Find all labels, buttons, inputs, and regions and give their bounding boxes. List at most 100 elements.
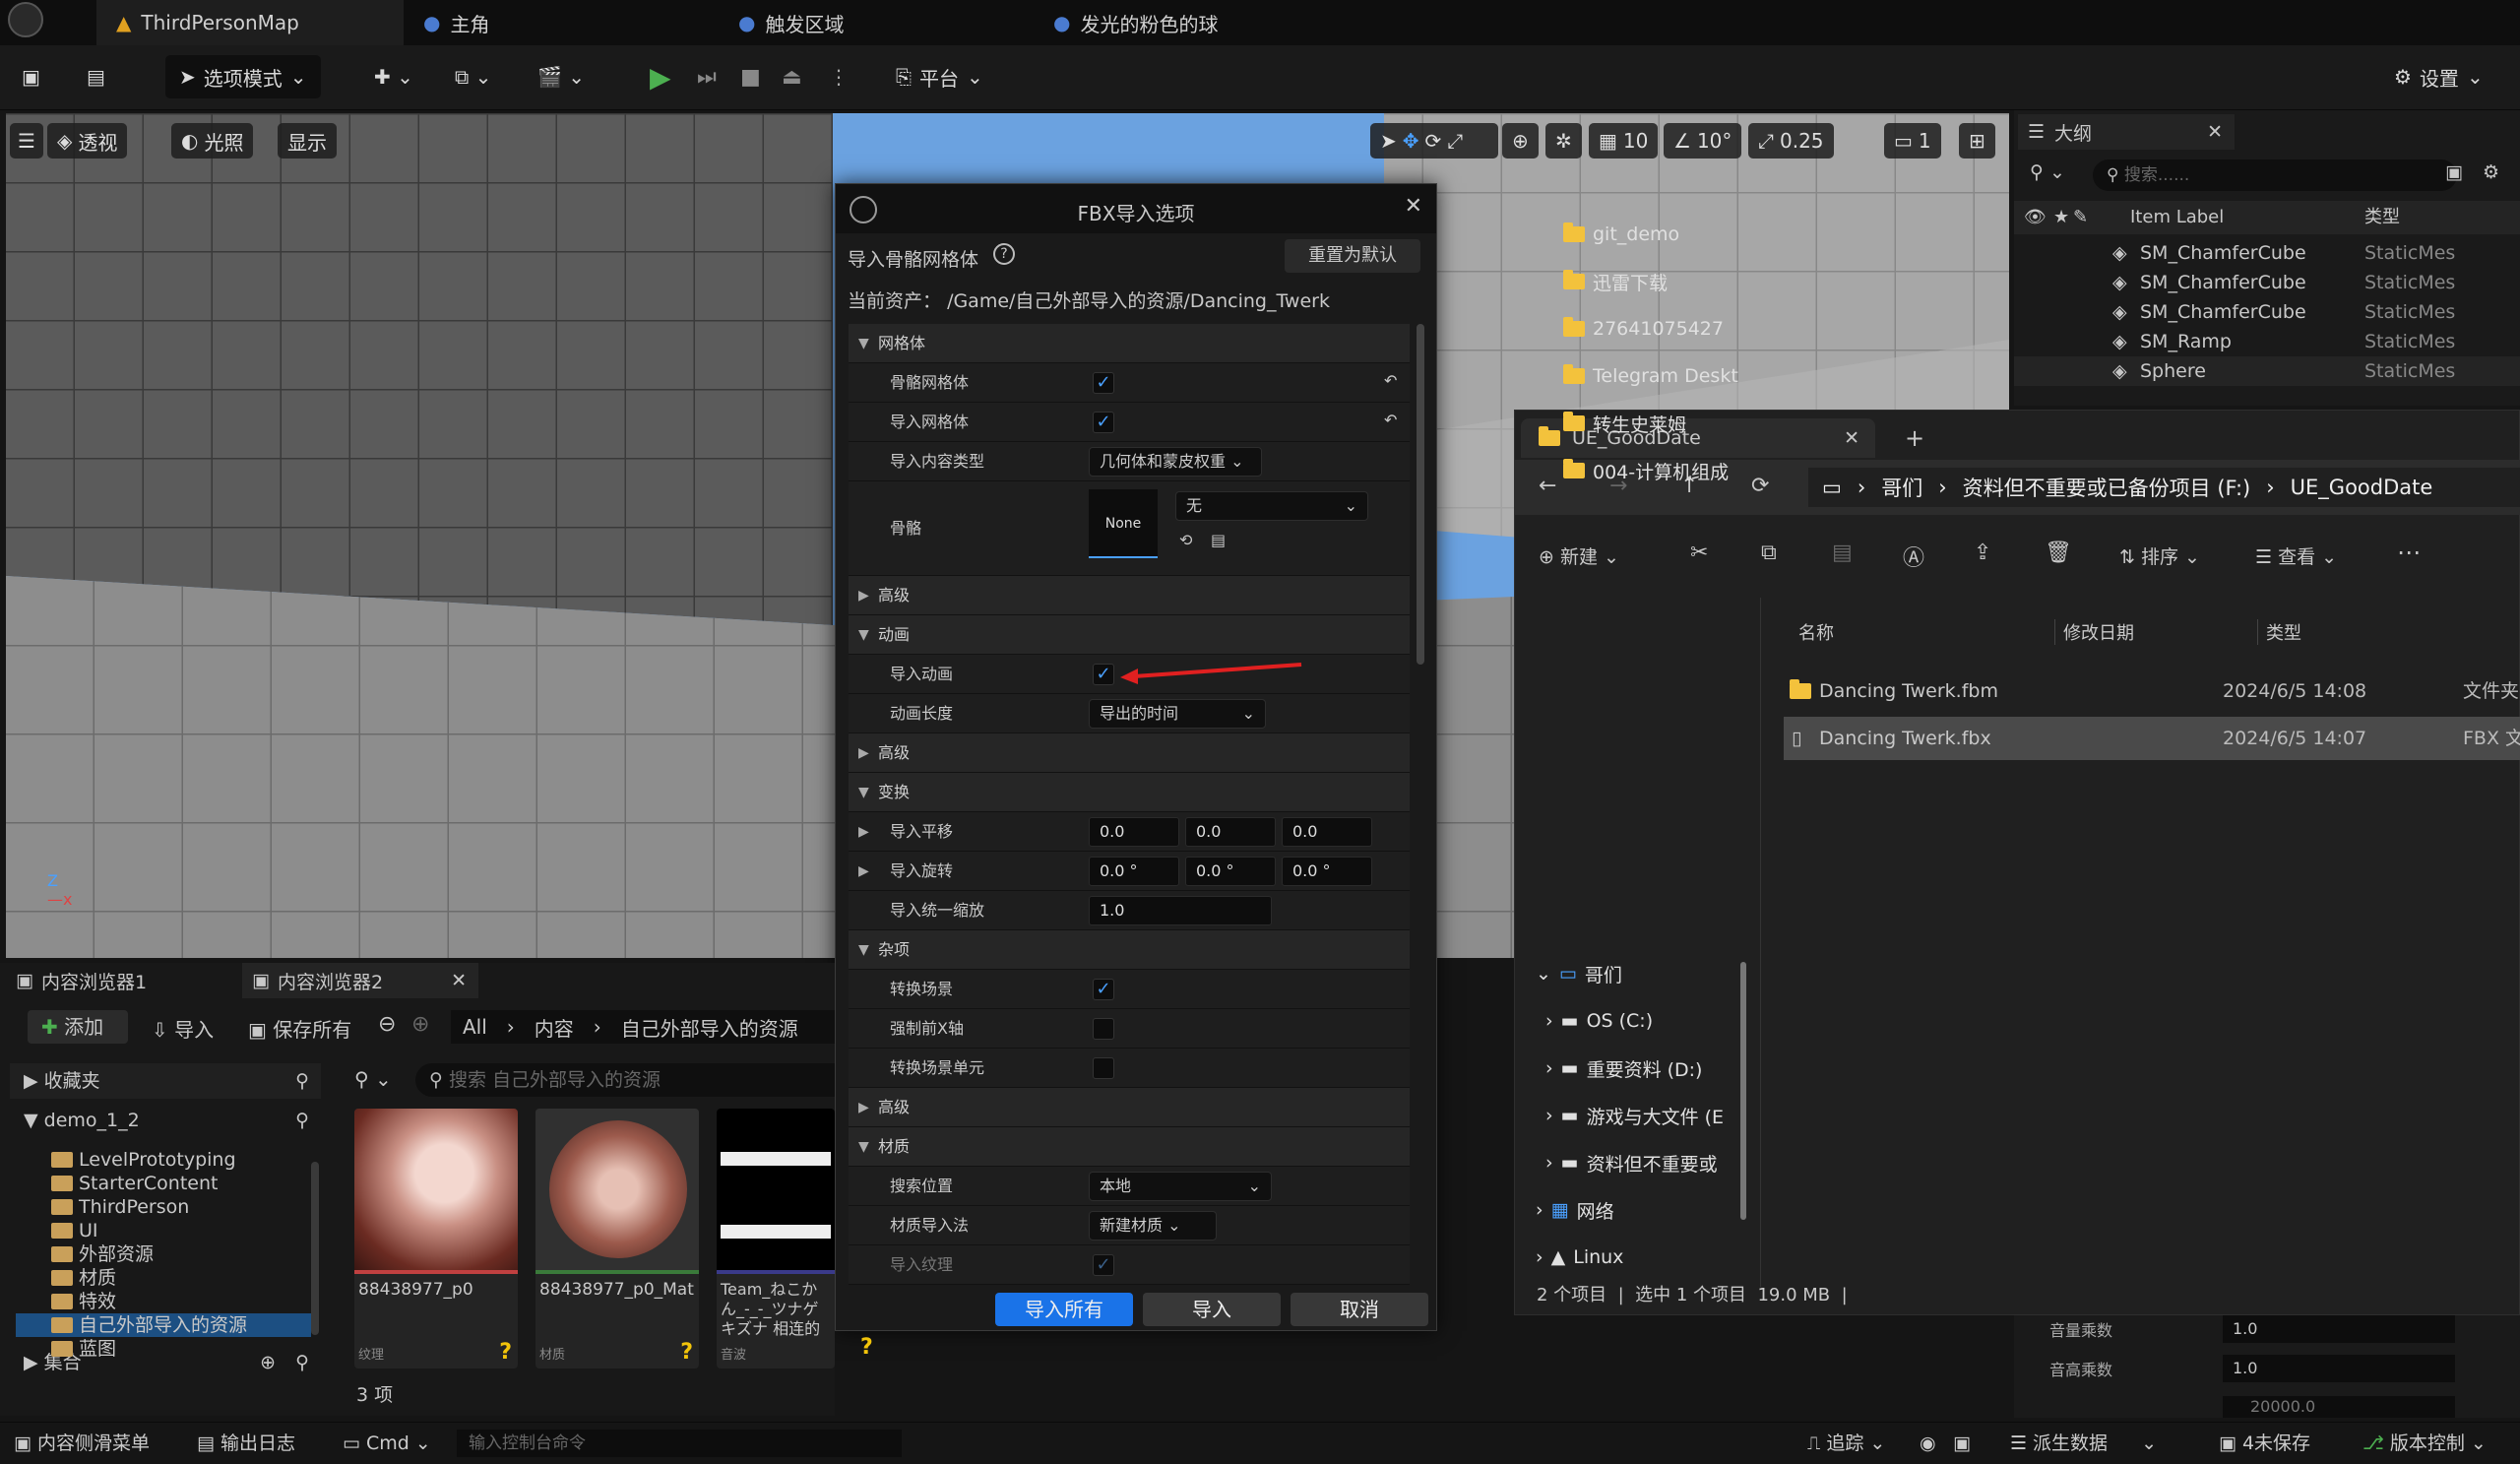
copy-icon[interactable]: ⧉: [1761, 541, 1777, 565]
asset-tile-material[interactable]: 88438977_p0_Mat 材质 ?: [536, 1109, 699, 1369]
nav-drive[interactable]: › ▬ 游戏与大文件 (E: [1545, 1096, 1724, 1135]
import-textures-checkbox[interactable]: ✓: [1093, 1254, 1114, 1276]
more-icon[interactable]: ⋯: [2397, 539, 2421, 566]
uniform-scale-input[interactable]: 1.0: [1089, 896, 1272, 925]
import-animation-checkbox[interactable]: ✓: [1093, 664, 1114, 685]
nav-drive[interactable]: › ▬ 重要资料 (D:): [1545, 1049, 1702, 1088]
filter-icon[interactable]: ⚲ ⌄: [354, 1067, 392, 1091]
search-icon[interactable]: ⚲: [295, 1103, 309, 1138]
history-forward-icon[interactable]: ⊕: [411, 1012, 429, 1037]
nav-quick-item[interactable]: 27641075427: [1563, 309, 1724, 349]
cmd-select[interactable]: ▭ Cmd ⌄: [343, 1423, 431, 1464]
content-tree-item[interactable]: 材质: [16, 1266, 311, 1290]
scale-snap-button[interactable]: ⤢ 0.25: [1748, 123, 1834, 159]
tab-ball[interactable]: ● 发光的粉色的球: [1034, 0, 1368, 45]
delete-icon[interactable]: 🗑: [2045, 541, 2072, 565]
content-tree-item[interactable]: 外部资源: [16, 1242, 311, 1266]
gear-icon[interactable]: ⚙: [2483, 161, 2499, 183]
platform-button[interactable]: ⎘ 平台 ⌄: [896, 55, 983, 98]
refresh-icon[interactable]: ⟳: [1751, 474, 1769, 498]
unsaved-button[interactable]: ▣ 4未保存: [2219, 1423, 2310, 1464]
section-advanced-mesh[interactable]: ▶ 高级: [849, 576, 1410, 615]
content-tree-item[interactable]: 自己外部导入的资源: [16, 1313, 311, 1337]
grid-snap-button[interactable]: ▦ 10: [1589, 123, 1659, 159]
trace-button[interactable]: ⎍ 追踪 ⌄: [1807, 1423, 1885, 1464]
section-mesh[interactable]: ▼ 网格体: [849, 324, 1410, 363]
favorites-header[interactable]: ▶ 收藏夹 ⚲: [10, 1063, 321, 1099]
import-all-button[interactable]: 导入所有: [995, 1293, 1133, 1326]
nav-quick-item[interactable]: Telegram Deskt: [1563, 356, 1738, 396]
extra-input[interactable]: 20000.0: [2223, 1396, 2455, 1418]
outliner-row[interactable]: ◈ SM_Ramp StaticMes: [2014, 327, 2520, 356]
section-advanced-misc[interactable]: ▶ 高级: [849, 1088, 1410, 1127]
share-icon[interactable]: ⇪: [1974, 541, 1991, 565]
new-tab-icon[interactable]: +: [1905, 424, 1924, 452]
save-all-button[interactable]: ▣ 保存所有: [248, 1014, 351, 1043]
viewport-menu-button[interactable]: ☰: [10, 123, 43, 159]
stop-icon[interactable]: ■: [740, 55, 761, 98]
new-button[interactable]: ⊕ 新建 ⌄: [1539, 542, 1619, 569]
layout-button[interactable]: ⊞: [1959, 123, 1995, 159]
filter-icon[interactable]: ⚲ ⌄: [2030, 161, 2065, 183]
tab-trigger[interactable]: ● 触发区域: [719, 0, 1034, 45]
address-bar[interactable]: ▭ › 哥们 › 资料但不重要或已备份项目 (F:) › UE_GoodDate: [1808, 468, 2520, 507]
nav-network[interactable]: › ▦ 网络: [1536, 1190, 1614, 1230]
reset-defaults-button[interactable]: 重置为默认: [1285, 239, 1420, 273]
blueprint-button[interactable]: ⧉ ⌄: [455, 55, 491, 98]
file-row[interactable]: Dancing Twerk.fbm 2024/6/5 14:08 文件夹: [1784, 669, 2520, 713]
more-icon[interactable]: ⋮: [829, 55, 849, 98]
sort-button[interactable]: ⇅ 排序 ⌄: [2119, 542, 2200, 569]
help-icon[interactable]: ?: [993, 243, 1015, 265]
file-row[interactable]: ▯ Dancing Twerk.fbx 2024/6/5 14:07 FBX 文: [1784, 717, 2520, 760]
tab-content-browser-1[interactable]: ▣ 内容浏览器1: [6, 963, 242, 998]
section-misc[interactable]: ▼ 杂项: [849, 930, 1410, 970]
import-mesh-checkbox[interactable]: ✓: [1093, 412, 1114, 433]
skeletal-mesh-checkbox[interactable]: ✓: [1093, 372, 1114, 394]
import-button[interactable]: ⇩ 导入: [152, 1014, 214, 1043]
eject-icon[interactable]: ⏏: [782, 55, 802, 98]
asset-search-input[interactable]: ⚲ 搜索 自己外部导入的资源: [415, 1063, 835, 1097]
reset-arrow-icon[interactable]: ↶: [1384, 371, 1397, 390]
add-actor-button[interactable]: ✚ ⌄: [374, 55, 413, 98]
section-advanced-anim[interactable]: ▶ 高级: [849, 733, 1410, 773]
nav-scrollbar[interactable]: [1740, 962, 1746, 1220]
browse-icon[interactable]: ▤: [1211, 531, 1226, 549]
output-log-button[interactable]: ▤ 输出日志: [197, 1423, 295, 1464]
outliner-tab[interactable]: ☰ 大纲 ✕: [2018, 114, 2235, 150]
tab-content-browser-2[interactable]: ▣ 内容浏览器2 ✕: [242, 963, 478, 998]
history-back-icon[interactable]: ⊖: [378, 1012, 396, 1037]
close-icon[interactable]: ✕: [1844, 427, 1859, 449]
close-icon[interactable]: ✕: [451, 970, 467, 991]
source-control-button[interactable]: ⎇ 版本控制 ⌄: [2362, 1423, 2487, 1464]
nav-this-pc[interactable]: ⌄ ▭ 哥们: [1536, 954, 1622, 993]
content-tree-item[interactable]: 蓝图: [16, 1337, 311, 1361]
material-import-dropdown[interactable]: 新建材质 ⌄: [1089, 1211, 1217, 1241]
unreal-logo-icon[interactable]: [8, 2, 43, 37]
outliner-row[interactable]: ◈ Sphere StaticMes: [2014, 356, 2520, 386]
nav-quick-item[interactable]: 004-计算机组成: [1563, 451, 1729, 490]
view-button[interactable]: ☰ 查看 ⌄: [2255, 542, 2337, 569]
lighting-button[interactable]: ◐ 光照: [171, 123, 254, 159]
add-button[interactable]: ✚ 添加: [28, 1010, 128, 1044]
dialog-scrollbar[interactable]: [1417, 324, 1424, 665]
reset-arrow-icon[interactable]: ↶: [1384, 411, 1397, 429]
animation-length-dropdown[interactable]: 导出的时间 ⌄: [1089, 699, 1266, 729]
rotation-z[interactable]: 0.0 °: [1282, 857, 1372, 886]
console-input[interactable]: 输入控制台命令: [457, 1430, 902, 1457]
volume-input[interactable]: 1.0: [2223, 1315, 2455, 1343]
world-local-button[interactable]: ⊕: [1502, 123, 1539, 159]
back-icon[interactable]: ←: [1539, 474, 1556, 498]
nav-quick-item[interactable]: 迅雷下载: [1563, 262, 1668, 301]
show-button[interactable]: 显示: [278, 123, 337, 159]
settings-button[interactable]: ⚙ 设置 ⌄: [2394, 55, 2484, 98]
outliner-search-input[interactable]: ⚲ 搜索......: [2093, 159, 2457, 191]
browse-icon[interactable]: ▤: [87, 55, 105, 98]
translation-y[interactable]: 0.0: [1185, 817, 1276, 847]
content-tree-item[interactable]: LevelPrototyping: [16, 1148, 311, 1172]
section-transform[interactable]: ▼ 变换: [849, 773, 1410, 812]
content-tree-item[interactable]: StarterContent: [16, 1172, 311, 1195]
paste-icon[interactable]: ▤: [1832, 541, 1853, 565]
translation-z[interactable]: 0.0: [1282, 817, 1372, 847]
derived-data-button[interactable]: ☰ 派生数据 ⌄: [2010, 1423, 2157, 1464]
nav-quick-item[interactable]: 转生史莱姆: [1563, 404, 1686, 443]
